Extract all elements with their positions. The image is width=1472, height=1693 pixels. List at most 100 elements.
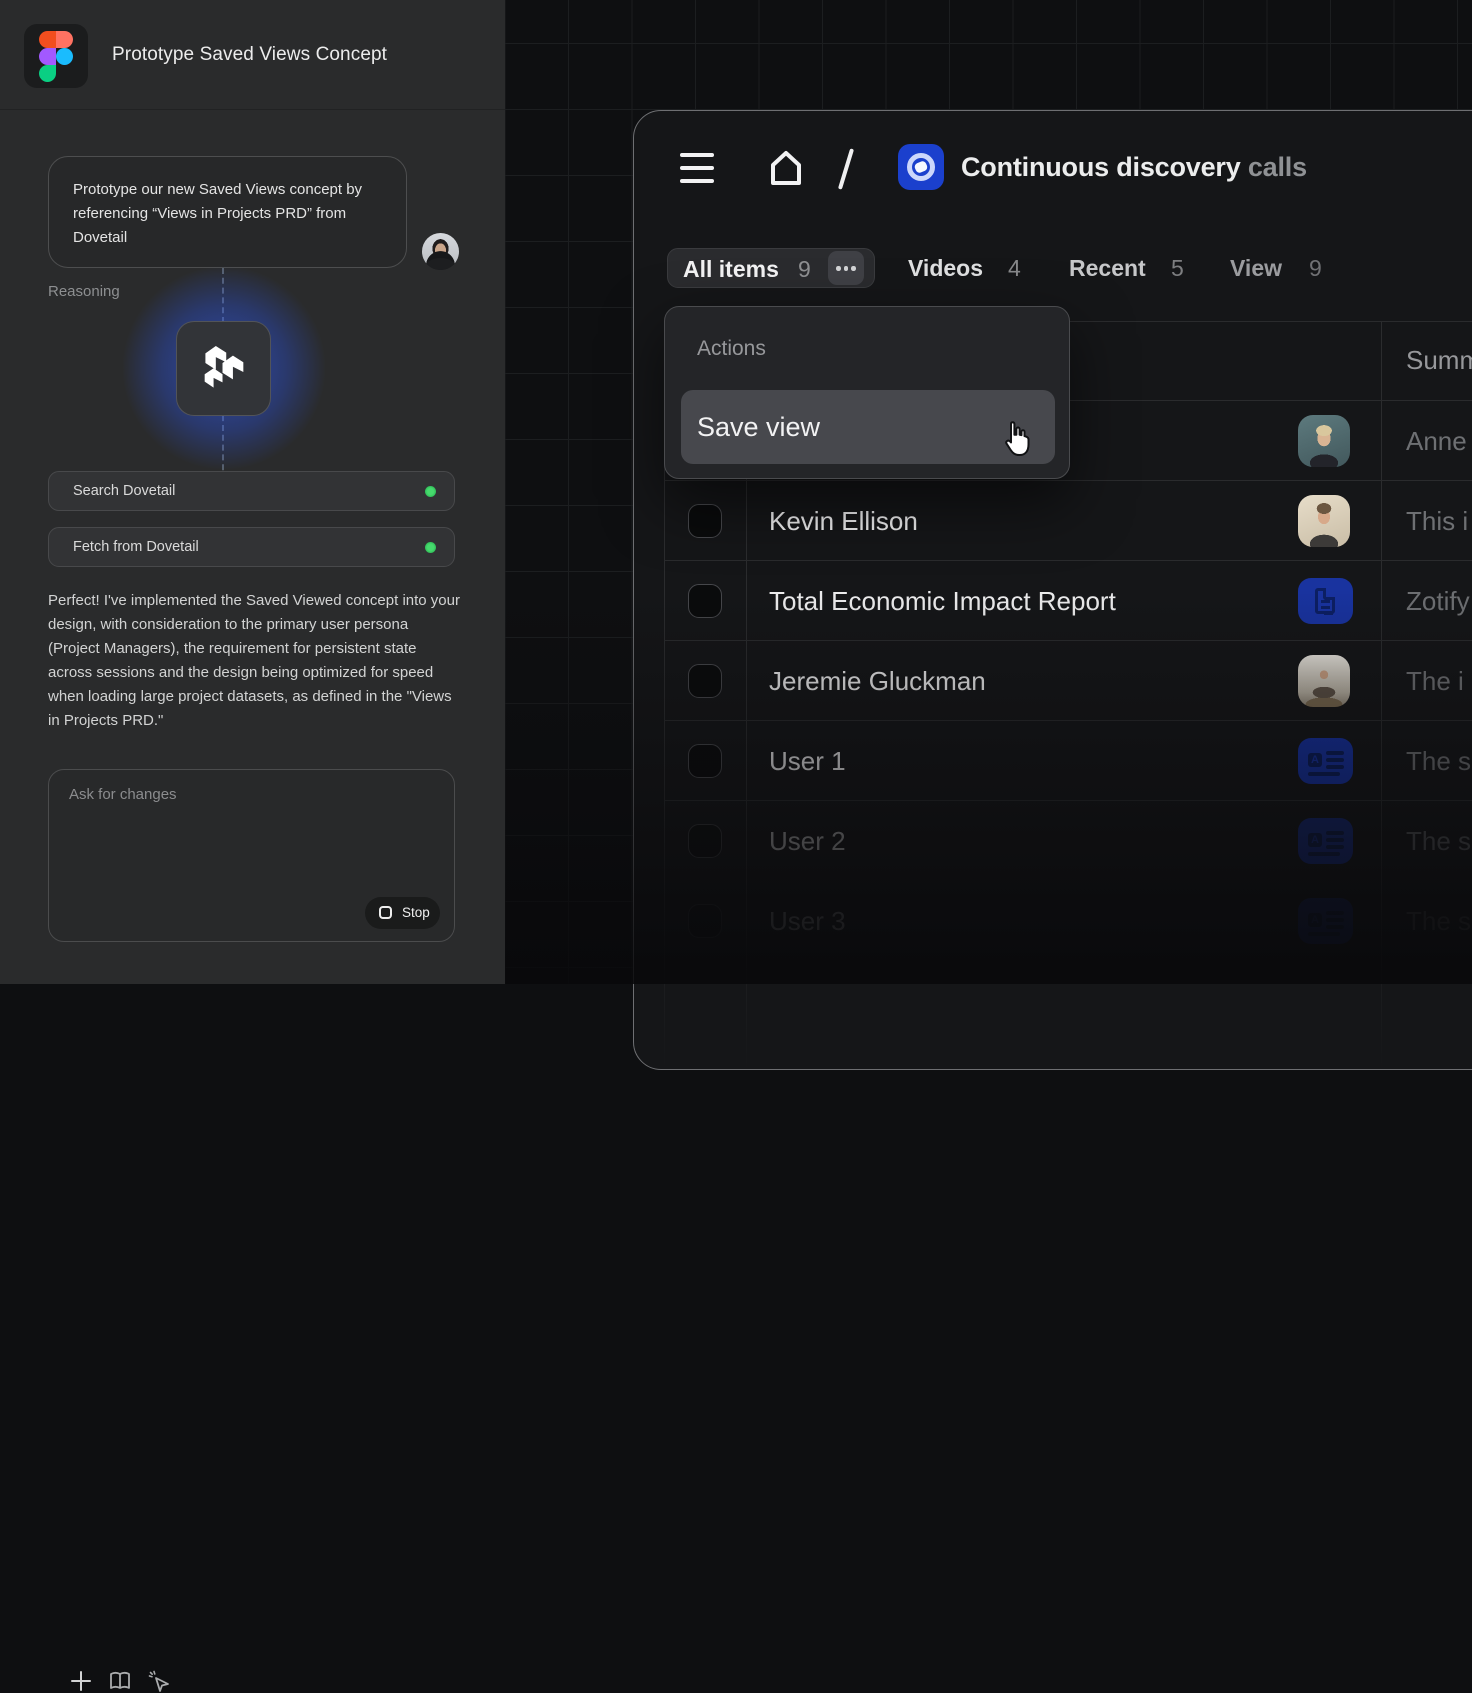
- page-title: Continuous discovery calls: [961, 144, 1307, 190]
- row-checkbox[interactable]: [688, 504, 722, 538]
- panel-header: Prototype Saved Views Concept: [0, 0, 505, 110]
- row-title: User 2: [769, 801, 846, 881]
- prototype-app-card: Continuous discovery calls All items 9 V…: [633, 110, 1472, 1070]
- summary-cell: The s: [1406, 881, 1471, 961]
- tab-recent[interactable]: Recent 5: [1069, 248, 1209, 288]
- tab-count: 9: [1309, 248, 1322, 288]
- step-label: Fetch from Dovetail: [73, 528, 199, 566]
- summary-cell: Zotify: [1406, 561, 1470, 641]
- summary-cell: The s: [1406, 801, 1471, 881]
- figma-purple: [39, 48, 56, 65]
- prototype-canvas: Continuous discovery calls All items 9 V…: [505, 0, 1472, 984]
- menu-icon[interactable]: [680, 153, 714, 183]
- figma-logo-icon[interactable]: [24, 24, 88, 88]
- actions-dropdown: Actions Save view: [664, 306, 1070, 479]
- summary-cell: Anne: [1406, 401, 1467, 481]
- table-row[interactable]: User 3 A The s: [634, 881, 1472, 961]
- row-checkbox[interactable]: [688, 584, 722, 618]
- table-row[interactable]: Total Economic Impact Report Zotify: [634, 561, 1472, 641]
- dovetail-logo-card: [176, 321, 271, 416]
- user-avatar: [422, 233, 459, 270]
- tab-options-icon[interactable]: [828, 251, 864, 285]
- row-title: Kevin Ellison: [769, 481, 918, 561]
- column-header-summary: Summary: [1406, 345, 1472, 376]
- dot: [844, 266, 849, 271]
- menu-item-save-view[interactable]: Save view: [681, 390, 1055, 464]
- table-row[interactable]: User 1 A The s: [634, 721, 1472, 801]
- row-checkbox[interactable]: [688, 664, 722, 698]
- avatar: [1298, 415, 1350, 467]
- row-checkbox[interactable]: [688, 904, 722, 938]
- cursor-spark-icon[interactable]: [147, 1669, 171, 1693]
- page-title-primary: Continuous discovery: [961, 152, 1241, 182]
- row-title: User 3: [769, 881, 846, 961]
- figma-blue: [56, 48, 73, 65]
- transcript-lines-glyph: [1326, 751, 1344, 755]
- chat-input-card: Stop: [48, 769, 455, 942]
- dot: [836, 266, 841, 271]
- transcript-lines-glyph: [1326, 831, 1344, 835]
- table-row[interactable]: Jeremie Gluckman The i: [634, 641, 1472, 721]
- tab-count: 5: [1171, 248, 1184, 288]
- summary-cell: This i: [1406, 481, 1468, 561]
- transcript-icon: A: [1298, 818, 1353, 864]
- tab-label: All items: [683, 249, 779, 289]
- table-row[interactable]: Kevin Ellison This i: [634, 481, 1472, 561]
- transcript-a-glyph: A: [1308, 833, 1322, 847]
- document-glyph: [1315, 588, 1335, 614]
- step-fetch-dovetail[interactable]: Fetch from Dovetail: [48, 527, 455, 567]
- home-icon[interactable]: [766, 147, 806, 189]
- document-title: Prototype Saved Views Concept: [112, 0, 387, 110]
- stop-button-label: Stop: [402, 897, 430, 929]
- transcript-a-glyph: A: [1308, 753, 1322, 767]
- transcript-icon: A: [1298, 738, 1353, 784]
- row-checkbox[interactable]: [688, 744, 722, 778]
- plus-icon[interactable]: [69, 1669, 93, 1693]
- avatar: [1298, 495, 1350, 547]
- transcript-a-glyph: A: [1308, 913, 1322, 927]
- book-icon[interactable]: [108, 1669, 132, 1693]
- row-title: User 1: [769, 721, 846, 801]
- transcript-lines-glyph: [1326, 911, 1344, 915]
- hand-cursor-icon: [999, 420, 1033, 460]
- tab-count: 9: [798, 249, 811, 289]
- tab-label: Videos: [908, 248, 983, 288]
- dovetail-logo-icon: [195, 340, 253, 398]
- transcript-icon: A: [1298, 898, 1353, 944]
- table-row[interactable]: User 2 A The s: [634, 801, 1472, 881]
- row-title: Total Economic Impact Report: [769, 561, 1116, 641]
- figma-red: [39, 31, 56, 48]
- dot: [851, 266, 856, 271]
- summary-cell: The s: [1406, 721, 1471, 801]
- menu-bar: [680, 166, 714, 170]
- summary-cell: The i: [1406, 641, 1464, 721]
- project-icon[interactable]: [898, 144, 944, 190]
- ask-for-changes-input[interactable]: [69, 786, 429, 886]
- step-search-dovetail[interactable]: Search Dovetail: [48, 471, 455, 511]
- tab-count: 4: [1008, 248, 1021, 288]
- stop-button[interactable]: Stop: [365, 897, 440, 929]
- document-icon: [1298, 578, 1353, 624]
- tab-videos[interactable]: Videos 4: [908, 248, 1048, 288]
- page-title-secondary: calls: [1241, 152, 1307, 182]
- step-label: Search Dovetail: [73, 472, 175, 510]
- dropdown-section-label: Actions: [697, 337, 766, 361]
- row-title: Jeremie Gluckman: [769, 641, 986, 721]
- tab-view[interactable]: View 9: [1230, 248, 1350, 288]
- row-checkbox[interactable]: [688, 824, 722, 858]
- tab-label: View: [1230, 248, 1282, 288]
- tab-label: Recent: [1069, 248, 1146, 288]
- menu-bar: [680, 153, 714, 157]
- menu-bar: [680, 179, 714, 183]
- figma-orange: [56, 31, 73, 48]
- status-dot-green: [425, 486, 436, 497]
- tab-all-items[interactable]: All items 9: [667, 248, 875, 288]
- status-dot-green: [425, 542, 436, 553]
- reasoning-label: Reasoning: [48, 283, 120, 300]
- user-message-text: Prototype our new Saved Views concept by…: [73, 178, 385, 250]
- menu-item-label: Save view: [697, 390, 820, 464]
- figma-green: [39, 65, 56, 82]
- stop-square-icon: [379, 906, 392, 919]
- breadcrumb-slash: [838, 148, 854, 189]
- assistant-message: Perfect! I've implemented the Saved View…: [48, 589, 462, 733]
